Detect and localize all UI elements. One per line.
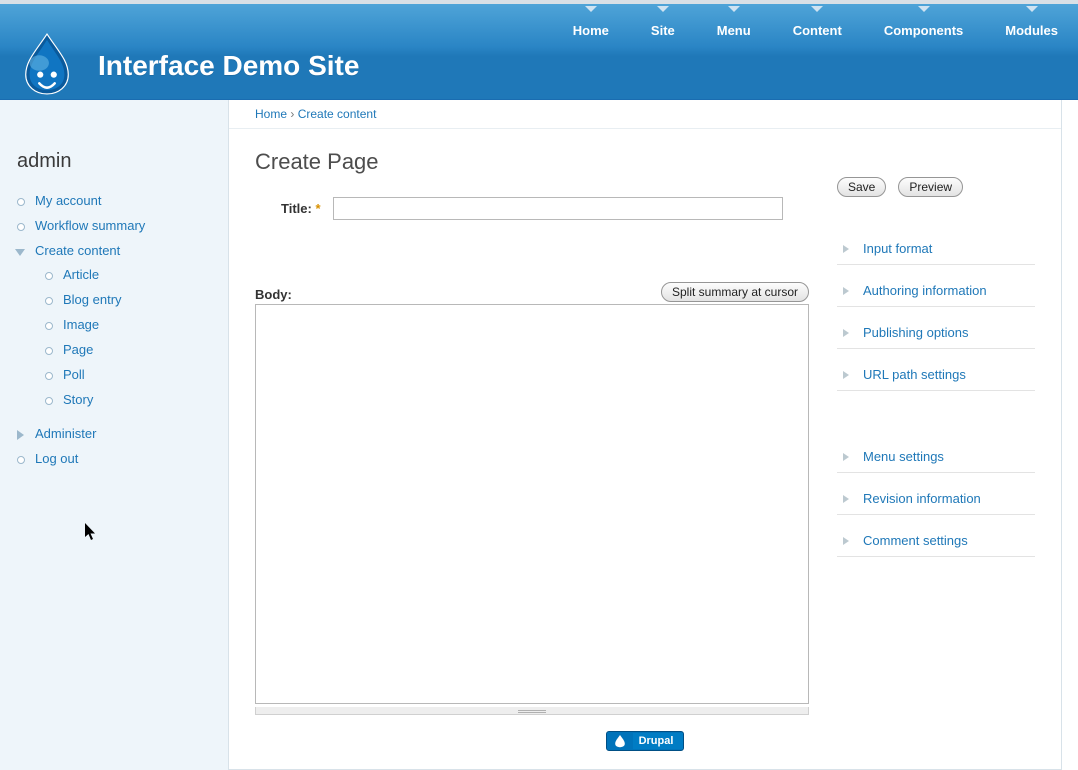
save-button[interactable]: Save: [837, 177, 886, 197]
sidebar-title: admin: [17, 150, 213, 173]
top-nav: Home Site Menu Content Components Module…: [573, 9, 1058, 38]
breadcrumb-sep: ›: [287, 107, 298, 121]
sidebar-cc-article[interactable]: Article: [63, 267, 99, 282]
body-label: Body:: [255, 287, 292, 302]
drupal-badge-icon: [607, 732, 633, 750]
resize-grip-icon[interactable]: [255, 707, 809, 715]
breadcrumb-home[interactable]: Home: [255, 107, 287, 121]
side-comment-settings[interactable]: Comment settings: [863, 533, 968, 548]
side-input-format[interactable]: Input format: [863, 241, 932, 256]
breadcrumb: Home › Create content: [229, 100, 1061, 129]
nav-components[interactable]: Components: [884, 9, 963, 38]
sidebar-cc-poll[interactable]: Poll: [63, 367, 85, 382]
drupal-logo-icon: [18, 32, 76, 99]
preview-button[interactable]: Preview: [898, 177, 963, 197]
form-main: Create Page Title: * Body: Split summary…: [255, 149, 809, 715]
powered-by-drupal-badge[interactable]: Drupal: [606, 731, 685, 751]
sidebar-administer[interactable]: Administer: [35, 426, 96, 441]
sidebar-create-content[interactable]: Create content: [35, 243, 120, 258]
site-header: Home Site Menu Content Components Module…: [0, 0, 1078, 100]
title-input[interactable]: [333, 197, 783, 220]
body-textarea[interactable]: [255, 304, 809, 704]
title-label: Title: *: [281, 201, 321, 216]
side-menu-settings[interactable]: Menu settings: [863, 449, 944, 464]
nav-home[interactable]: Home: [573, 9, 609, 38]
sidebar-log-out[interactable]: Log out: [35, 451, 78, 466]
side-authoring-info[interactable]: Authoring information: [863, 283, 987, 298]
sidebar-my-account[interactable]: My account: [35, 193, 101, 208]
form-side: Save Preview Input format Authoring info…: [837, 149, 1035, 715]
sidebar-cc-page[interactable]: Page: [63, 342, 93, 357]
page-body: admin My account Workflow summary Create…: [0, 100, 1078, 770]
nav-site[interactable]: Site: [651, 9, 675, 38]
site-title[interactable]: Interface Demo Site: [98, 50, 359, 82]
side-publishing-options[interactable]: Publishing options: [863, 325, 969, 340]
breadcrumb-create-content[interactable]: Create content: [298, 107, 377, 121]
sidebar-workflow-summary[interactable]: Workflow summary: [35, 218, 145, 233]
side-revision-info[interactable]: Revision information: [863, 491, 981, 506]
content-area: Home › Create content Create Page Title:…: [228, 100, 1062, 770]
sidebar-cc-image[interactable]: Image: [63, 317, 99, 332]
nav-menu[interactable]: Menu: [717, 9, 751, 38]
split-summary-button[interactable]: Split summary at cursor: [661, 282, 809, 302]
nav-content[interactable]: Content: [793, 9, 842, 38]
side-url-path-settings[interactable]: URL path settings: [863, 367, 966, 382]
sidebar: admin My account Workflow summary Create…: [0, 100, 228, 770]
required-star-icon: *: [315, 201, 320, 216]
drupal-badge-text: Drupal: [633, 733, 684, 749]
page-title: Create Page: [255, 149, 809, 175]
nav-modules[interactable]: Modules: [1005, 9, 1058, 38]
sidebar-cc-story[interactable]: Story: [63, 392, 93, 407]
sidebar-cc-blog-entry[interactable]: Blog entry: [63, 292, 122, 307]
footer-badge: Drupal: [229, 725, 1061, 769]
